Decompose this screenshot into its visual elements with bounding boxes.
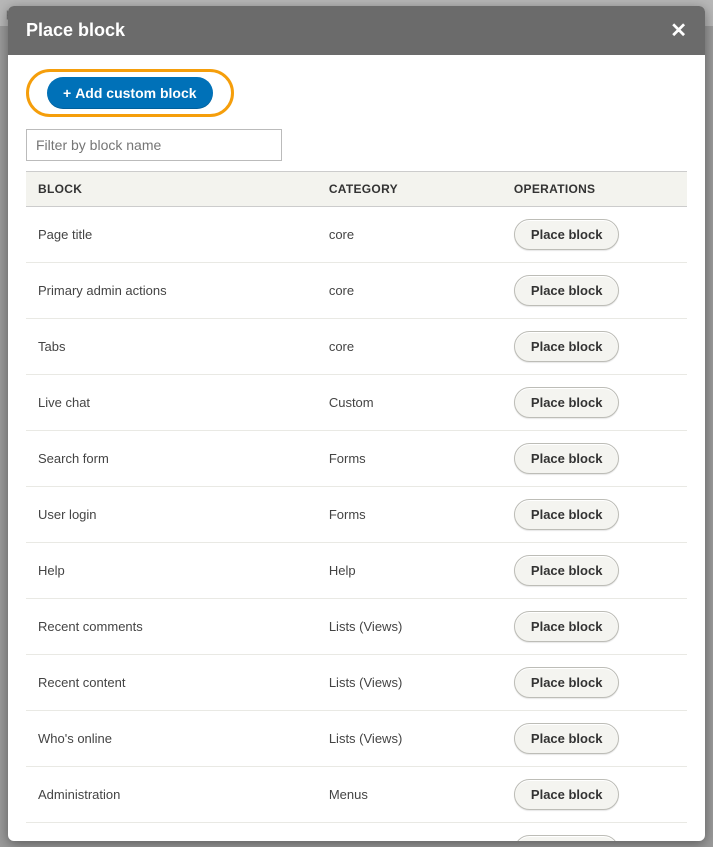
table-row: FooterMenus Place block <box>26 823 687 842</box>
block-name-cell: Recent comments <box>26 599 317 655</box>
place-block-button[interactable]: Place block <box>514 667 620 698</box>
block-operations-cell: Place block <box>502 207 687 263</box>
place-block-button[interactable]: Place block <box>514 835 620 841</box>
block-operations-cell: Place block <box>502 319 687 375</box>
place-block-button[interactable]: Place block <box>514 723 620 754</box>
place-block-modal: Place block ✕ +Add custom block BLOCK CA… <box>8 6 705 841</box>
block-operations-cell: Place block <box>502 655 687 711</box>
add-custom-block-button[interactable]: +Add custom block <box>47 77 213 109</box>
plus-icon: + <box>63 85 71 101</box>
table-row: Page titlecore Place block <box>26 207 687 263</box>
table-row: Recent contentLists (Views) Place block <box>26 655 687 711</box>
place-block-button[interactable]: Place block <box>514 443 620 474</box>
table-row: HelpHelp Place block <box>26 543 687 599</box>
block-name-cell: Who's online <box>26 711 317 767</box>
block-category-cell: Forms <box>317 431 502 487</box>
modal-body: +Add custom block BLOCK CATEGORY OPERATI… <box>8 55 705 841</box>
block-category-cell: Lists (Views) <box>317 711 502 767</box>
block-name-cell: Search form <box>26 431 317 487</box>
block-name-cell: Administration <box>26 767 317 823</box>
block-operations-cell: Place block <box>502 487 687 543</box>
add-custom-block-highlight: +Add custom block <box>26 69 234 117</box>
block-name-cell: Help <box>26 543 317 599</box>
block-category-cell: Forms <box>317 487 502 543</box>
place-block-button[interactable]: Place block <box>514 555 620 586</box>
block-category-cell: Menus <box>317 823 502 842</box>
place-block-button[interactable]: Place block <box>514 499 620 530</box>
place-block-button[interactable]: Place block <box>514 219 620 250</box>
block-name-cell: Page title <box>26 207 317 263</box>
block-operations-cell: Place block <box>502 431 687 487</box>
column-header-category: CATEGORY <box>317 172 502 207</box>
modal-header: Place block ✕ <box>8 6 705 55</box>
place-block-button[interactable]: Place block <box>514 779 620 810</box>
column-header-operations: OPERATIONS <box>502 172 687 207</box>
block-category-cell: core <box>317 207 502 263</box>
add-custom-block-label: Add custom block <box>75 85 196 101</box>
table-row: AdministrationMenus Place block <box>26 767 687 823</box>
block-operations-cell: Place block <box>502 823 687 842</box>
block-operations-cell: Place block <box>502 375 687 431</box>
table-row: Primary admin actionscore Place block <box>26 263 687 319</box>
block-operations-cell: Place block <box>502 711 687 767</box>
block-operations-cell: Place block <box>502 543 687 599</box>
block-name-cell: Tabs <box>26 319 317 375</box>
place-block-button[interactable]: Place block <box>514 611 620 642</box>
table-row: Who's onlineLists (Views) Place block <box>26 711 687 767</box>
block-category-cell: Lists (Views) <box>317 655 502 711</box>
block-name-cell: Footer <box>26 823 317 842</box>
column-header-block: BLOCK <box>26 172 317 207</box>
block-category-cell: core <box>317 263 502 319</box>
block-name-cell: Live chat <box>26 375 317 431</box>
place-block-button[interactable]: Place block <box>514 387 620 418</box>
table-row: Recent commentsLists (Views) Place block <box>26 599 687 655</box>
block-operations-cell: Place block <box>502 767 687 823</box>
blocks-table: BLOCK CATEGORY OPERATIONS Page titlecore… <box>26 171 687 841</box>
table-row: Live chatCustom Place block <box>26 375 687 431</box>
close-icon[interactable]: ✕ <box>670 21 687 41</box>
block-category-cell: Menus <box>317 767 502 823</box>
place-block-button[interactable]: Place block <box>514 331 620 362</box>
filter-block-name-input[interactable] <box>26 129 282 161</box>
block-operations-cell: Place block <box>502 599 687 655</box>
block-name-cell: Recent content <box>26 655 317 711</box>
table-row: User loginForms Place block <box>26 487 687 543</box>
table-row: Search formForms Place block <box>26 431 687 487</box>
block-category-cell: Custom <box>317 375 502 431</box>
block-category-cell: core <box>317 319 502 375</box>
block-name-cell: User login <box>26 487 317 543</box>
block-category-cell: Help <box>317 543 502 599</box>
block-category-cell: Lists (Views) <box>317 599 502 655</box>
modal-title: Place block <box>26 20 125 41</box>
place-block-button[interactable]: Place block <box>514 275 620 306</box>
block-operations-cell: Place block <box>502 263 687 319</box>
block-name-cell: Primary admin actions <box>26 263 317 319</box>
table-row: Tabscore Place block <box>26 319 687 375</box>
